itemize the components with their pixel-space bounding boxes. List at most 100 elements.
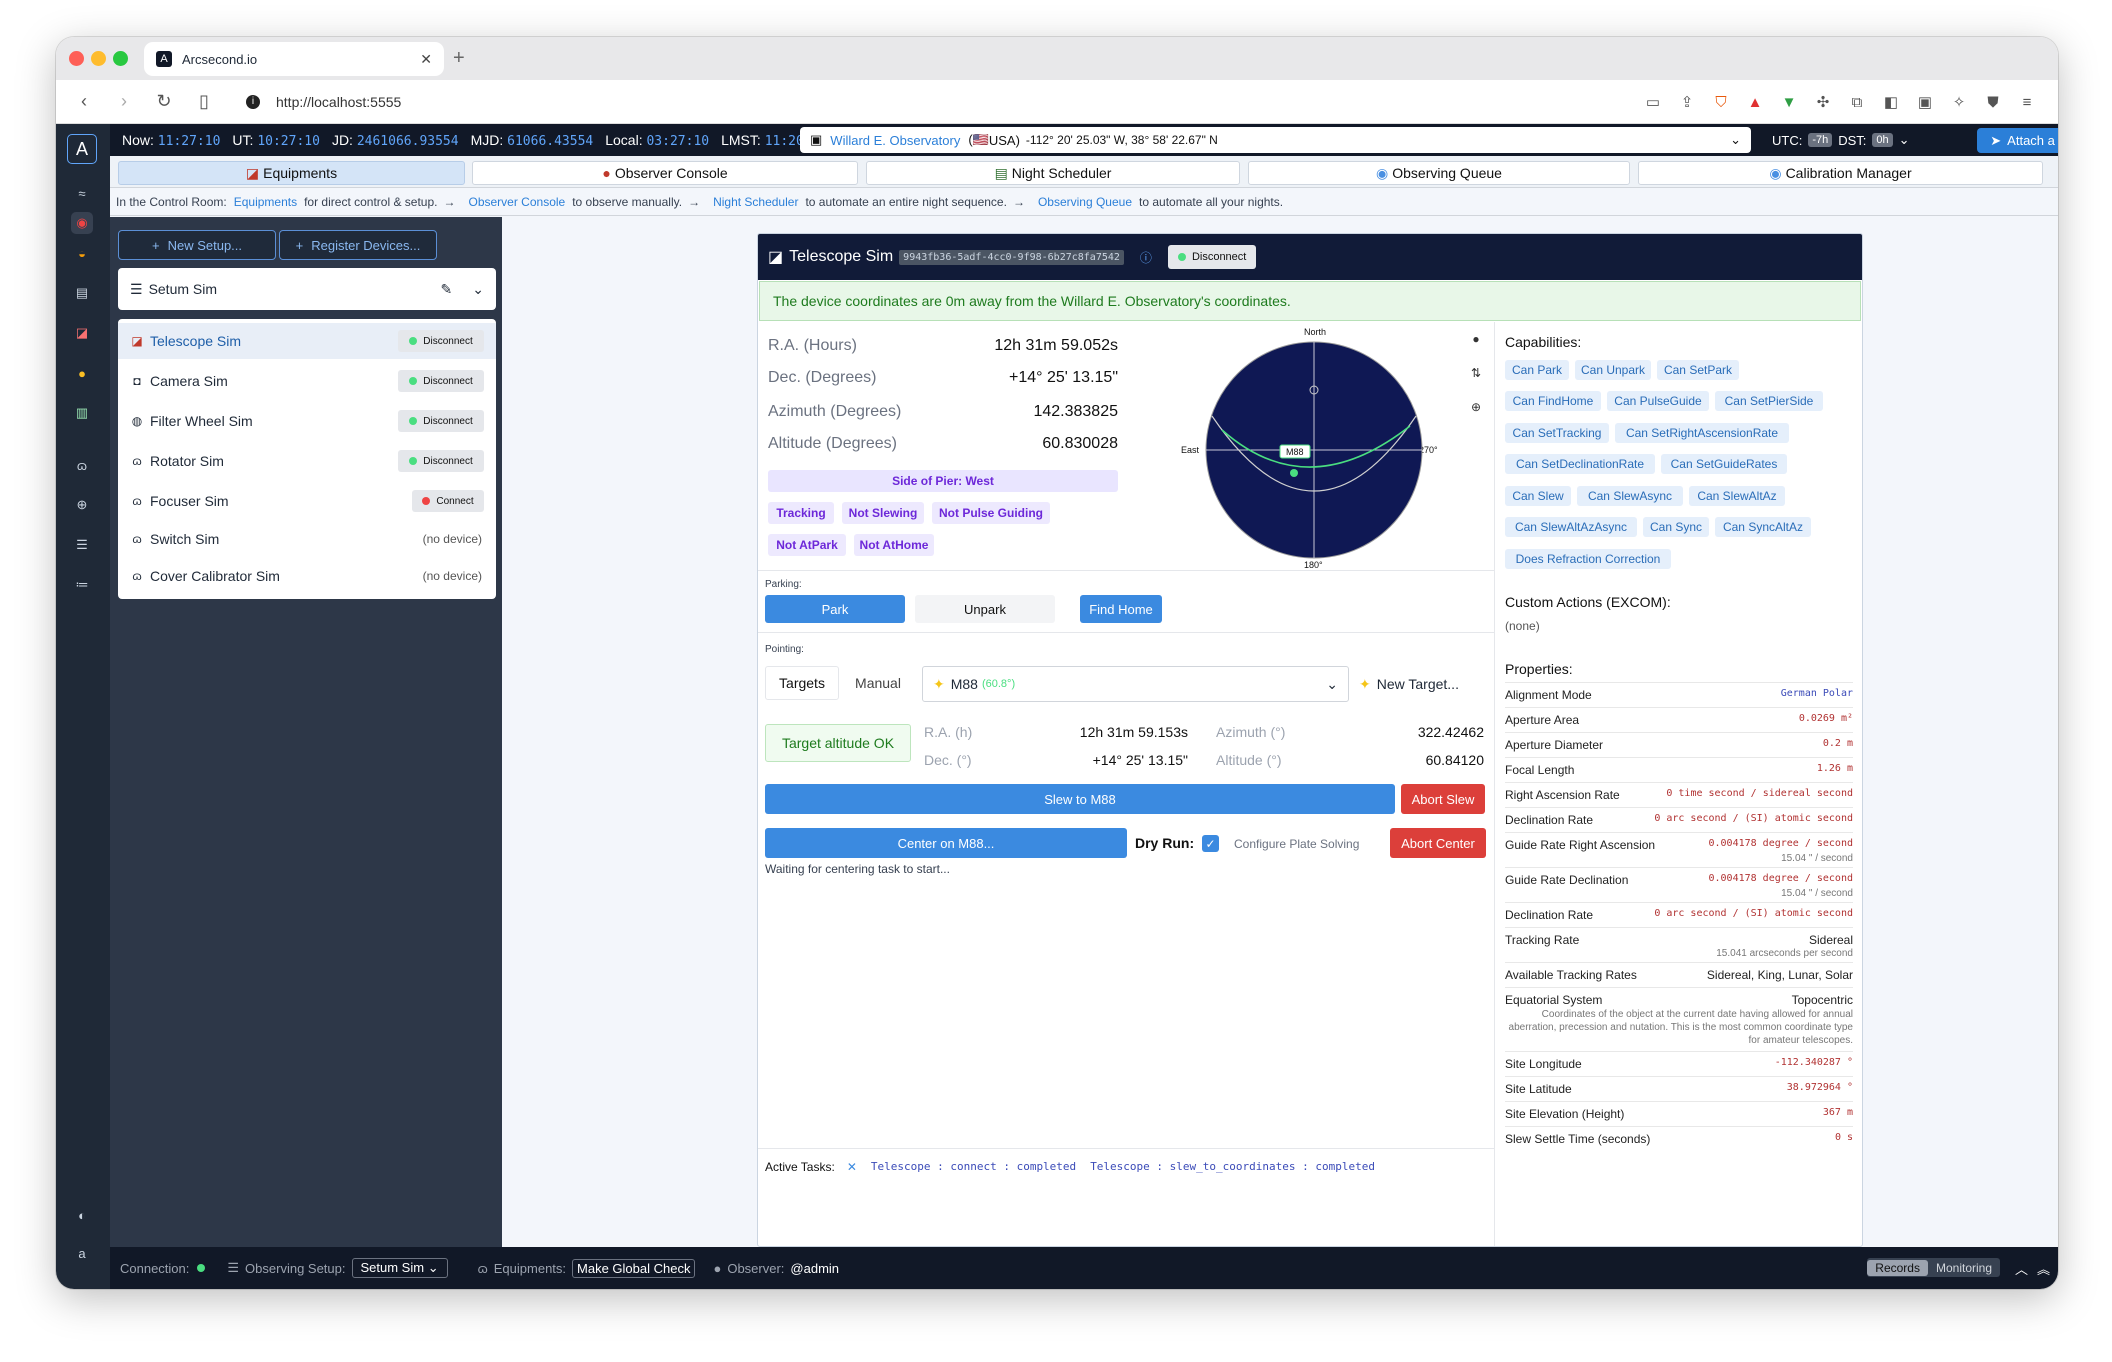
privacy-icon[interactable]: ⛊ [1976, 94, 2010, 111]
swap-icon[interactable]: ⇅ [1463, 360, 1489, 386]
binoculars-icon[interactable]: ɷ [71, 454, 93, 476]
record-icon[interactable]: ● [1463, 326, 1489, 352]
device-item-focuser[interactable]: ɷ Focuser Sim Connect [118, 483, 496, 519]
new-setup-button[interactable]: + New Setup... [118, 230, 276, 260]
setup-selector[interactable]: ☰ Setum Sim ✎ ⌄ [118, 268, 496, 310]
target-selector[interactable]: ✦ M88 (60.8°) ⌄ [922, 666, 1349, 702]
global-check-button[interactable]: Make Global Check [572, 1258, 696, 1278]
edit-icon[interactable]: ✎ [441, 281, 453, 298]
disconnect-button[interactable]: Disconnect [1167, 245, 1257, 269]
chevron-down-icon[interactable]: ⌄ [1899, 132, 1910, 148]
close-window-icon[interactable] [69, 51, 84, 66]
archive-icon[interactable]: ▥ [71, 402, 93, 424]
tab-calibration-manager[interactable]: ◉ Calibration Manager [1638, 161, 2043, 185]
burger-icon[interactable]: ◒ [71, 242, 93, 264]
info-icon[interactable]: ⓘ [1140, 249, 1152, 266]
configure-plate-solving-link[interactable]: Configure Plate Solving [1234, 837, 1359, 851]
register-devices-button[interactable]: + Register Devices... [279, 230, 437, 260]
park-button[interactable]: Park [765, 595, 905, 623]
observing-setup-selector[interactable]: Setum Sim ⌄ [351, 1258, 448, 1278]
globe-icon[interactable]: ⊕ [1463, 394, 1489, 420]
abort-center-button[interactable]: Abort Center [1390, 828, 1486, 858]
account-icon[interactable]: a [71, 1242, 93, 1264]
double-chevron-up-icon[interactable]: ︽ [2037, 1259, 2050, 1278]
site-info-icon[interactable]: i [246, 94, 260, 109]
url-text[interactable]: http://localhost:5555 [276, 94, 401, 110]
reload-icon[interactable]: ↻ [152, 91, 176, 112]
tab-targets[interactable]: Targets [765, 666, 839, 700]
wallet-icon[interactable]: ▣ [1908, 93, 1942, 111]
property-row: Alignment Mode German Polar [1505, 682, 1853, 707]
cast-icon[interactable]: ▭ [1636, 93, 1670, 111]
tab-manual[interactable]: Manual [845, 666, 911, 700]
globe-icon[interactable]: ⊕ [71, 494, 93, 516]
disconnect-button[interactable]: Disconnect [398, 330, 484, 352]
screenshot-icon[interactable]: ⧉ [1840, 94, 1874, 111]
device-item-rotator[interactable]: ɷ Rotator Sim Disconnect [118, 443, 496, 479]
list-icon[interactable]: ≔ [71, 574, 93, 596]
arcsecond-logo-icon[interactable]: A [67, 134, 97, 164]
sidebar-toggle-icon[interactable]: ◧ [1874, 93, 1908, 111]
find-home-button[interactable]: Find Home [1080, 595, 1162, 623]
tab-night-scheduler[interactable]: ▤ Night Scheduler [866, 161, 1240, 185]
tab-observing-queue[interactable]: ◉ Observing Queue [1248, 161, 1630, 185]
control-room-icon[interactable]: ◉ [71, 212, 93, 234]
ut-label: UT: 10:27:10 [232, 131, 320, 149]
chevron-down-icon[interactable]: ⌄ [472, 281, 484, 298]
wave-icon[interactable]: ≈ [71, 182, 93, 204]
disconnect-button[interactable]: Disconnect [398, 370, 484, 392]
share-icon[interactable]: ⇪ [1670, 93, 1704, 111]
device-item-cover-calibrator[interactable]: ɷ Cover Calibrator Sim (no device) [118, 558, 496, 594]
new-tab-icon[interactable]: + [453, 47, 465, 70]
site-selector[interactable]: ▣ Willard E. Observatory (🇺🇸 USA) -112° … [800, 127, 1751, 153]
sliders-icon[interactable]: ☰ [71, 534, 93, 556]
device-item-camera[interactable]: ◘ Camera Sim Disconnect [118, 363, 496, 399]
forward-icon[interactable]: › [112, 91, 136, 112]
menu-icon[interactable]: ≡ [2010, 94, 2044, 111]
equipments-label: Equipments: [493, 1260, 567, 1276]
extensions-icon[interactable]: ✣ [1806, 93, 1840, 111]
link-night-scheduler[interactable]: Night Scheduler [713, 195, 798, 209]
leo-icon[interactable]: ✧ [1942, 93, 1976, 111]
disconnect-button[interactable]: Disconnect [398, 410, 484, 432]
chevron-down-icon[interactable]: ⌄ [1326, 676, 1338, 693]
link-observer-console[interactable]: Observer Console [469, 195, 566, 209]
monitoring-tab[interactable]: Monitoring [1928, 1260, 2000, 1276]
browser-tab[interactable]: A Arcsecond.io ✕ [144, 42, 444, 76]
tab-equipments[interactable]: ◪ Equipments [118, 161, 465, 185]
center-button[interactable]: Center on M88... [765, 828, 1127, 858]
dry-run-checkbox[interactable]: ✓ [1202, 835, 1219, 852]
tab-observer-console[interactable]: ● Observer Console [472, 161, 858, 185]
vpn-icon[interactable]: ▼ [1772, 94, 1806, 111]
new-target-button[interactable]: ✦ New Target... [1359, 666, 1489, 702]
minimize-window-icon[interactable] [91, 51, 106, 66]
device-item-switch[interactable]: ɷ Switch Sim (no device) [118, 521, 496, 557]
connect-button[interactable]: Connect [412, 490, 484, 512]
abort-slew-button[interactable]: Abort Slew [1401, 784, 1485, 814]
device-item-telescope[interactable]: ◪ Telescope Sim Disconnect [118, 323, 496, 359]
address-field[interactable]: i http://localhost:5555 [246, 94, 401, 110]
shield-icon[interactable]: ⛉ [1704, 94, 1738, 111]
chevron-down-icon[interactable]: ⌄ [1730, 132, 1741, 148]
attach-site-button[interactable]: ➤ Attach a Site... [1977, 128, 2058, 153]
disconnect-button[interactable]: Disconnect [398, 450, 484, 472]
maximize-window-icon[interactable] [113, 51, 128, 66]
back-icon[interactable]: ‹ [72, 91, 96, 112]
telescope-nav-icon[interactable]: ◪ [71, 322, 93, 344]
rewards-icon[interactable]: ▲ [1738, 94, 1772, 111]
chevron-up-icon[interactable]: ︿ [2015, 1259, 2028, 1278]
calibration-icon: ◉ [1769, 164, 1782, 181]
slew-button[interactable]: Slew to M88 [765, 784, 1395, 814]
records-tab[interactable]: Records [1867, 1259, 1928, 1276]
link-observing-queue[interactable]: Observing Queue [1038, 195, 1132, 209]
close-tab-icon[interactable]: ✕ [420, 51, 432, 68]
bookmark-icon[interactable]: ▯ [192, 91, 216, 112]
device-item-filter-wheel[interactable]: ◍ Filter Wheel Sim Disconnect [118, 403, 496, 439]
clear-tasks-icon[interactable]: ✕ [847, 1160, 857, 1174]
link-equipments[interactable]: Equipments [234, 195, 297, 209]
unpark-button[interactable]: Unpark [915, 595, 1055, 623]
az-value: 142.383825 [1033, 403, 1118, 420]
theme-toggle-icon[interactable]: ◐ [71, 1204, 93, 1226]
sun-icon[interactable]: ● [71, 362, 93, 384]
building-icon[interactable]: ▤ [71, 282, 93, 304]
